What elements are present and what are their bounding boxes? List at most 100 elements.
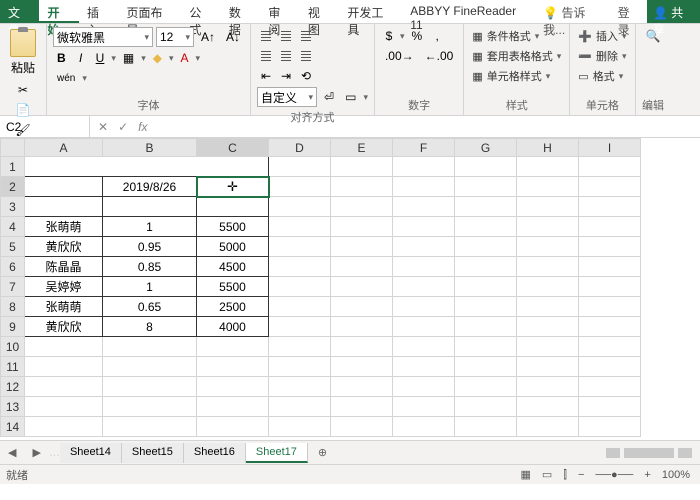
cell[interactable]: 2500 [197,297,269,317]
col-header[interactable]: A [25,139,103,157]
cell[interactable]: 1 [103,277,197,297]
bold-button[interactable]: B [53,49,70,67]
tab-nav-next[interactable]: ▶ [24,446,48,459]
cell[interactable]: 黄欣欣 [25,237,103,257]
align-top-button[interactable] [257,27,275,45]
login[interactable]: 登录 [612,0,647,23]
cell[interactable]: 1 [103,217,197,237]
decrease-indent-button[interactable]: ⇤ [257,67,275,85]
cell[interactable]: 记录时间 [25,177,103,197]
col-header[interactable]: B [103,139,197,157]
col-header[interactable]: H [517,139,579,157]
cancel-icon[interactable]: ✕ [98,120,108,134]
row-header[interactable]: 5 [1,237,25,257]
sheet-tab[interactable]: Sheet17 [246,443,308,463]
cell[interactable]: 0.85 [103,257,197,277]
increase-indent-button[interactable]: ⇥ [277,67,295,85]
menu-tab[interactable]: 开发工具 [339,0,402,23]
cell[interactable]: 5000 [197,237,269,257]
paste-button[interactable]: 粘贴 [6,27,40,78]
cell[interactable]: 4500 [197,257,269,277]
cell[interactable]: 5500 [197,277,269,297]
fill-color-button[interactable]: ◆ [149,49,166,67]
menu-tab[interactable]: 审阅 [260,0,299,23]
page-break-button[interactable]: ⫿ [559,469,571,481]
row-header[interactable]: 11 [1,357,25,377]
find-button[interactable]: 🔍 [642,27,665,45]
cell[interactable]: 吴婷婷 [25,277,103,297]
cell[interactable]: 5500 [197,217,269,237]
increase-decimal-button[interactable]: .00→ [381,47,418,65]
sheet-tab[interactable]: Sheet15 [122,443,184,463]
decrease-font-button[interactable]: A↓ [222,28,244,46]
row-header[interactable]: 13 [1,397,25,417]
zoom-in-button[interactable]: + [640,469,654,481]
cell[interactable]: 8 [103,317,197,337]
menu-tab[interactable]: 插入 [79,0,118,23]
menu-file[interactable]: 文件 [0,0,39,23]
cell[interactable]: 陈晶晶 [25,257,103,277]
col-header[interactable]: I [579,139,641,157]
menu-tab[interactable]: 开始 [39,0,78,23]
align-bottom-button[interactable] [297,27,315,45]
horiz-scroll[interactable] [606,448,700,458]
table-format-button[interactable]: ▦ 套用表格格式 ▾ [470,47,563,65]
wrap-combo[interactable]: 自定义▾ [257,87,317,107]
row-header[interactable]: 3 [1,197,25,217]
cell[interactable]: 出勤率 [103,197,197,217]
cell[interactable]: 2019/8/26 [103,177,197,197]
phonetic-button[interactable]: wén [53,69,79,87]
increase-font-button[interactable]: A↑ [197,28,219,46]
cell[interactable]: 张萌萌 [25,217,103,237]
italic-button[interactable]: I [73,49,89,67]
row-header[interactable]: 2 [1,177,25,197]
menu-tab[interactable]: ABBYY FineReader 11 [402,0,537,23]
format-cells-button[interactable]: ▭ 格式 ▾ [576,67,628,85]
col-header[interactable]: F [393,139,455,157]
row-header[interactable]: 1 [1,157,25,177]
align-middle-button[interactable] [277,27,295,45]
row-header[interactable]: 9 [1,317,25,337]
tell-me[interactable]: 💡 告诉我... [537,0,611,23]
page-layout-button[interactable]: ▭ [538,469,556,481]
font-size-combo[interactable]: 12▾ [156,27,194,47]
tab-nav-prev[interactable]: ◀ [0,446,24,459]
row-header[interactable]: 10 [1,337,25,357]
cut-button[interactable]: ✂ [11,81,34,99]
cell-style-button[interactable]: ▦ 单元格样式 ▾ [470,67,563,85]
sheet-tab[interactable]: Sheet14 [60,443,122,463]
conditional-format-button[interactable]: ▦ 条件格式 ▾ [470,27,563,45]
name-box[interactable]: C2 [0,116,90,137]
merge-button[interactable]: ▭ [341,88,360,106]
zoom-slider[interactable]: ──●── [591,469,637,481]
sheet-area[interactable]: A B C D E F G H I 1 快速输入技巧 2 记录时间 2019/8… [0,138,700,440]
row-header[interactable]: 14 [1,417,25,437]
row-header[interactable]: 8 [1,297,25,317]
cell[interactable]: 0.65 [103,297,197,317]
fx-icon[interactable]: fx [138,120,147,134]
font-color-button[interactable]: A [177,49,193,67]
menu-tab[interactable]: 公式 [181,0,220,23]
align-center-button[interactable] [277,47,295,65]
align-left-button[interactable] [257,47,275,65]
menu-tab[interactable]: 视图 [300,0,339,23]
col-header[interactable]: D [269,139,331,157]
align-right-button[interactable] [297,47,315,65]
cell[interactable]: 黄欣欣 [25,317,103,337]
decrease-decimal-button[interactable]: ←.00 [421,47,458,65]
share-button[interactable]: 👤 共享 [647,0,700,23]
col-header[interactable]: E [331,139,393,157]
orientation-button[interactable]: ⟲ [297,67,315,85]
comma-button[interactable]: , [429,27,445,45]
enter-icon[interactable]: ✓ [118,120,128,134]
normal-view-button[interactable]: ▦ [516,469,534,481]
menu-tab[interactable]: 数据 [221,0,260,23]
cell[interactable]: 4000 [197,317,269,337]
currency-button[interactable]: $ [381,27,397,45]
select-all-corner[interactable] [1,139,25,157]
underline-button[interactable]: U [92,49,109,67]
font-name-combo[interactable]: 微软雅黑▾ [53,27,153,47]
add-sheet-button[interactable]: ⊕ [308,446,337,459]
cell[interactable]: 张萌萌 [25,297,103,317]
cell[interactable]: 工资 [197,197,269,217]
